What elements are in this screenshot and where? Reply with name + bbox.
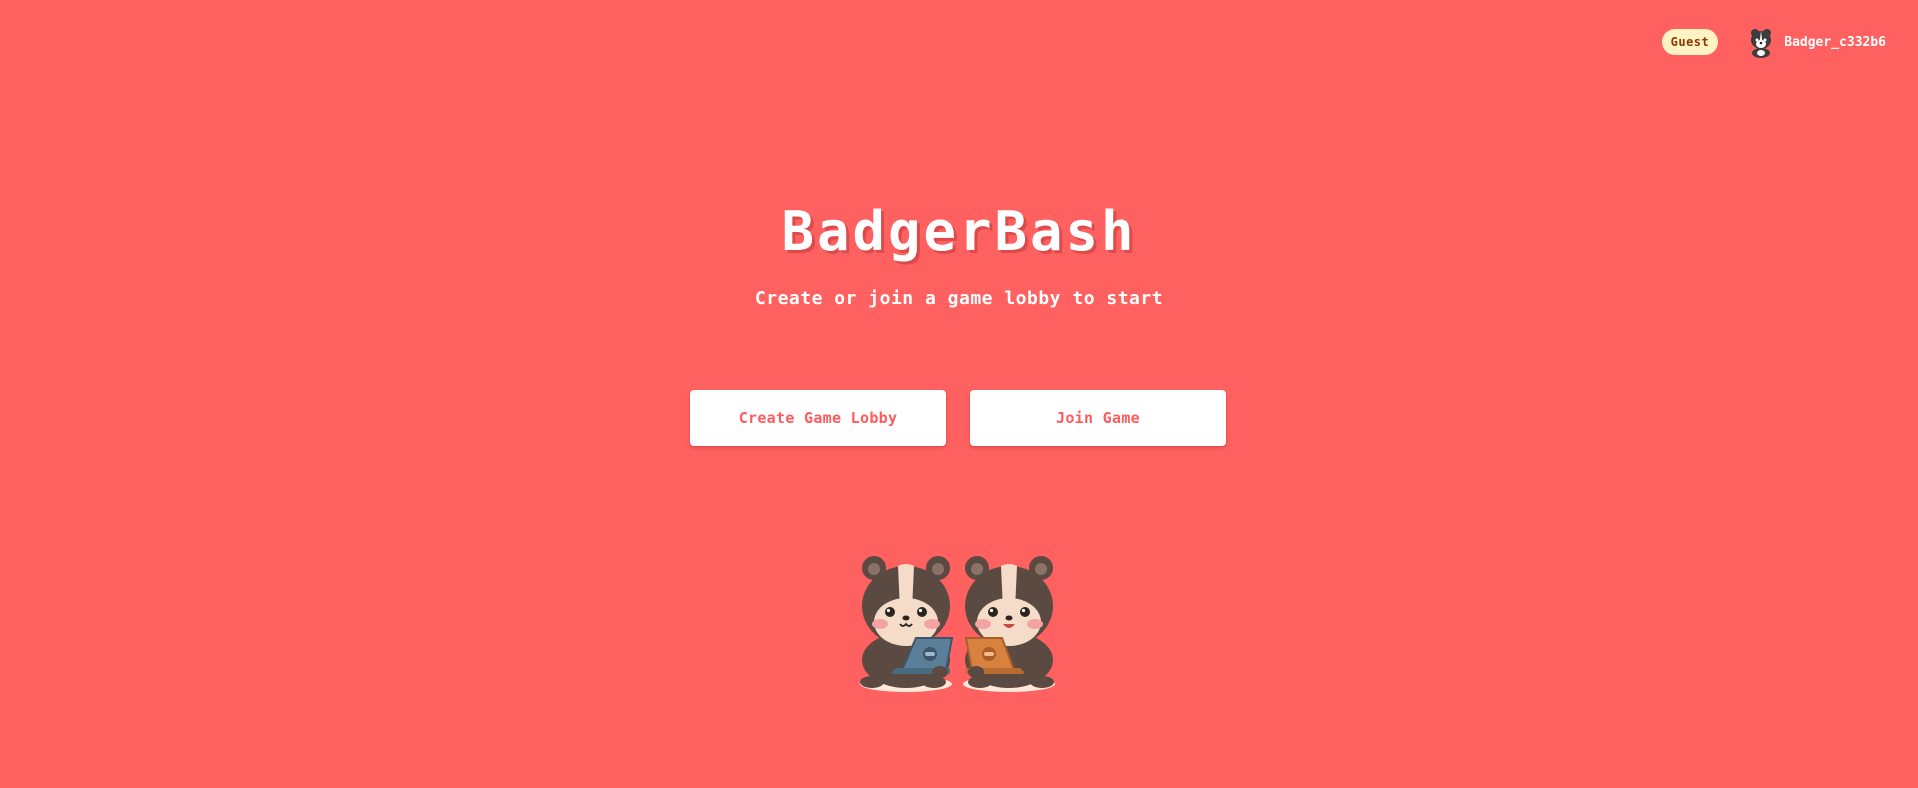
page-title: BadgerBash [781,200,1137,263]
guest-badge: Guest [1661,29,1719,55]
badgers-with-laptops-illustration [860,556,1055,692]
left-badger [860,556,954,688]
hero: BadgerBash Create or join a game lobby t… [0,196,1918,311]
join-game-button[interactable]: Join Game [970,390,1226,446]
page-subtitle: Create or join a game lobby to start [754,288,1164,309]
right-badger [964,556,1054,688]
top-bar: Guest Badger_c332b6 [1661,26,1886,58]
badger-avatar-icon [1751,29,1772,58]
lobby-actions: Create Game Lobby Join Game [690,390,1226,446]
username: Badger_c332b6 [1784,34,1886,50]
user-profile[interactable]: Badger_c332b6 [1746,26,1886,58]
create-game-lobby-button[interactable]: Create Game Lobby [690,390,946,446]
